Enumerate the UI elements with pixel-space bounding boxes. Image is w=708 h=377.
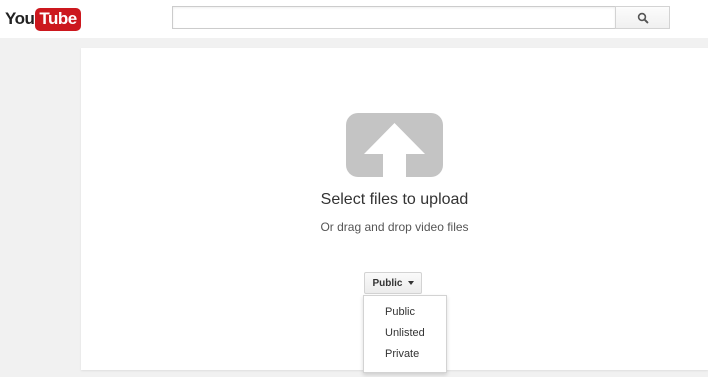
chevron-down-icon [407, 281, 414, 285]
upload-panel[interactable]: Select files to upload Or drag and drop … [81, 48, 708, 373]
privacy-dropdown-button[interactable]: Public [364, 272, 422, 294]
privacy-option-private[interactable]: Private [364, 344, 446, 365]
logo-tube-text: Tube [35, 7, 81, 31]
search-icon [637, 12, 648, 23]
select-files-title[interactable]: Select files to upload [81, 191, 708, 209]
privacy-selected-label: Public [372, 277, 403, 289]
privacy-menu: Public Unlisted Private [363, 295, 447, 373]
search-input[interactable] [172, 6, 615, 29]
logo-you-text: You [5, 9, 35, 28]
privacy-option-public[interactable]: Public [364, 302, 446, 323]
search-button[interactable] [615, 6, 670, 29]
privacy-option-unlisted[interactable]: Unlisted [364, 323, 446, 344]
youtube-logo[interactable]: You Tube [5, 6, 81, 32]
drag-drop-hint: Or drag and drop video files [320, 220, 469, 234]
upload-arrow-icon[interactable] [346, 113, 443, 177]
masthead: You Tube [0, 0, 708, 38]
